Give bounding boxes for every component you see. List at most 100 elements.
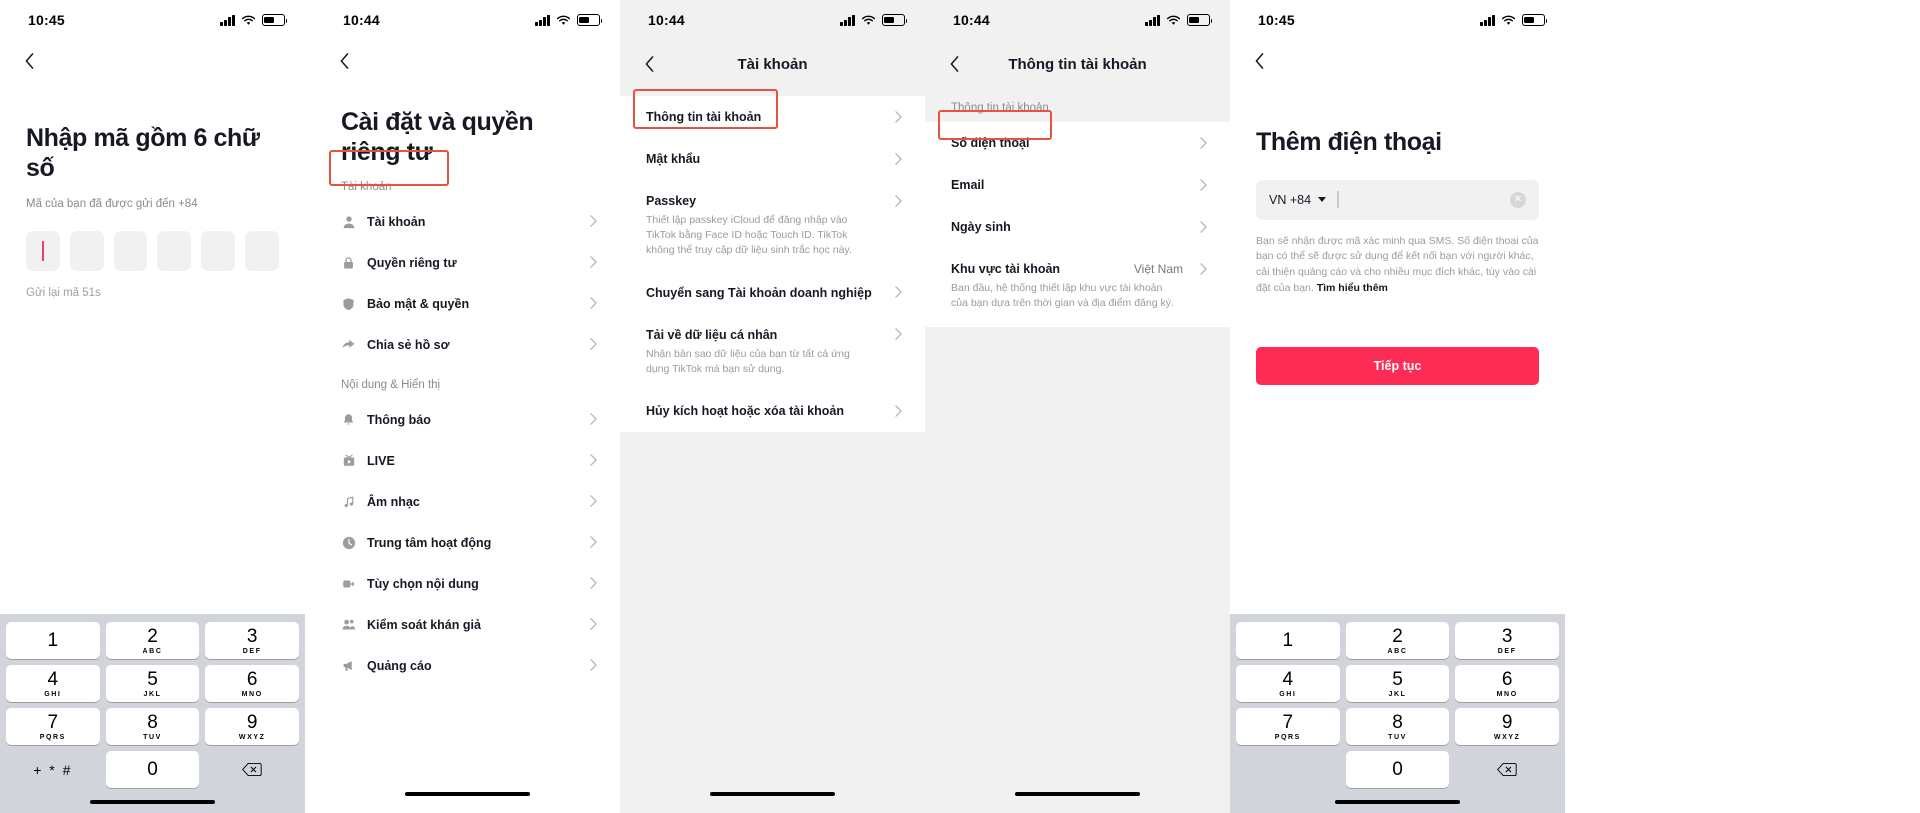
key-7[interactable]: 7 PQRS <box>1236 708 1340 745</box>
key-4[interactable]: 4 GHI <box>1236 665 1340 702</box>
backspace-icon[interactable] <box>1455 751 1559 788</box>
chevron-right-icon <box>590 659 598 672</box>
list-item-label: Khu vực tài khoản <box>951 262 1061 276</box>
back-button[interactable] <box>1248 50 1270 72</box>
list-item-tai-ve-du-lieu-ca-nhan[interactable]: Tải về dữ liệu cá nhân <box>620 314 925 347</box>
backspace-icon[interactable] <box>205 751 299 788</box>
otp-cell-6[interactable] <box>245 230 279 271</box>
chevron-right-icon <box>1200 262 1208 276</box>
key-8[interactable]: 8 TUV <box>1345 708 1450 745</box>
list-item-mat-khau[interactable]: Mật khẩu <box>620 138 925 180</box>
text-caret <box>1337 191 1339 208</box>
otp-cell-4[interactable] <box>157 230 192 271</box>
otp-cell-5[interactable] <box>201 230 236 271</box>
key-1[interactable]: 1 <box>6 622 100 659</box>
sidebar-item-am-nhac[interactable]: Âm nhạc <box>315 481 620 522</box>
key-letters: DEF <box>1497 647 1517 655</box>
continue-button[interactable]: Tiếp tục <box>1256 346 1539 385</box>
otp-cell-3[interactable] <box>113 230 148 271</box>
sidebar-item-quang-cao[interactable]: Quảng cáo <box>315 645 620 686</box>
chevron-right-icon <box>895 328 903 341</box>
sidebar-item-chia-se-ho-so[interactable]: Chia sẻ hồ sơ <box>315 324 620 365</box>
battery-icon <box>1187 14 1213 26</box>
country-code-label[interactable]: VN +84 <box>1269 193 1311 207</box>
clear-circle-icon[interactable]: ✕ <box>1510 191 1526 208</box>
list-item-so-dien-thoai[interactable]: Số điện thoại <box>925 122 1230 164</box>
key-3[interactable]: 3 DEF <box>1455 622 1560 659</box>
otp-code-input[interactable] <box>0 230 305 271</box>
sidebar-item-trung-tam-hoat-dong[interactable]: Trung tâm hoạt động <box>315 522 620 563</box>
key-9[interactable]: 9 WXYZ <box>1455 708 1560 745</box>
sidebar-item-tai-khoan[interactable]: Tài khoản <box>315 201 620 242</box>
list-item-chuyen-sang-tai-khoan-doanh-nghiep[interactable]: Chuyển sang Tài khoản doanh nghiệp <box>620 272 925 314</box>
sidebar-item-thong-bao[interactable]: Thông báo <box>315 399 620 440</box>
resend-code-timer[interactable]: Gửi lại mã 51s <box>0 287 305 299</box>
key-9[interactable]: 9 WXYZ <box>205 708 300 745</box>
key-7[interactable]: 7 PQRS <box>6 708 100 745</box>
otp-cell-1[interactable] <box>26 230 60 271</box>
home-indicator-area <box>620 783 925 805</box>
page-title: Thêm điện thoại <box>1256 128 1442 156</box>
back-button[interactable] <box>333 50 355 72</box>
key-6[interactable]: 6 MNO <box>205 665 300 702</box>
chevron-right-icon <box>590 618 598 631</box>
list-item-passkey[interactable]: Passkey <box>620 180 925 213</box>
home-indicator <box>1335 800 1460 804</box>
key-number: 9 <box>1501 711 1513 733</box>
status-time: 10:44 <box>953 12 990 28</box>
key-0[interactable]: 0 <box>105 751 200 788</box>
page-title: Cài đặt và quyền riêng tư <box>341 108 534 166</box>
phone-number-input[interactable]: VN +84 ✕ <box>1256 179 1539 220</box>
sidebar-item-bao-mat-quyen[interactable]: Bảo mật & quyền <box>315 283 620 324</box>
list-item-thong-tin-tai-khoan[interactable]: Thông tin tài khoản <box>620 96 925 138</box>
sidebar-item-label: Bảo mật & quyền <box>367 296 470 311</box>
home-indicator-area <box>925 783 1230 805</box>
key-5[interactable]: 5 JKL <box>1345 665 1450 702</box>
numeric-keypad[interactable]: 1 2 ABC 3 DEF 4 GHI 5 JKL 6 MNO 7 PQRS 8 TUV 9W… <box>1230 614 1565 813</box>
back-button[interactable] <box>18 50 40 72</box>
back-button[interactable] <box>638 53 660 75</box>
signal-bars-icon <box>220 14 235 26</box>
key-number: 3 <box>246 625 258 647</box>
sidebar-item-tuy-chon-noi-dung[interactable]: Tùy chọn nội dung <box>315 563 620 604</box>
back-button[interactable] <box>943 53 965 75</box>
key-number: 4 <box>1282 668 1294 690</box>
key-2[interactable]: 2 ABC <box>105 622 200 659</box>
chevron-right-icon <box>590 413 598 426</box>
key-symbols[interactable]: + * # <box>6 751 100 788</box>
list-item-label: Số điện thoại <box>951 136 1030 150</box>
key-number: 2 <box>147 625 158 647</box>
key-1[interactable]: 1 <box>1236 622 1340 659</box>
list-item-huy-kich-hoat-hoac-xoa-tai-khoan[interactable]: Hủy kích hoạt hoặc xóa tài khoản <box>620 390 925 432</box>
sidebar-item-quyen-rieng-tu[interactable]: Quyền riêng tư <box>315 242 620 283</box>
status-bar: 10:44 <box>620 0 925 40</box>
key-4[interactable]: 4 GHI <box>6 665 100 702</box>
key-2[interactable]: 2 ABC <box>1345 622 1450 659</box>
chevron-down-icon[interactable] <box>1318 197 1327 202</box>
panel-gap <box>305 0 315 813</box>
clock-icon <box>341 535 356 550</box>
wifi-icon <box>556 15 571 26</box>
sidebar-item-live[interactable]: LIVE <box>315 440 620 481</box>
status-icons <box>1480 14 1548 26</box>
key-8[interactable]: 8 TUV <box>105 708 200 745</box>
nav-bar <box>1230 40 1565 82</box>
list-item-email[interactable]: Email <box>925 164 1230 206</box>
key-3[interactable]: 3 DEF <box>205 622 300 659</box>
key-5[interactable]: 5 JKL <box>105 665 200 702</box>
key-blank <box>1236 751 1340 788</box>
keypad-row: 7 PQRS 8 TUV 9 WXYZ <box>3 705 302 748</box>
list-item-ngay-sinh[interactable]: Ngày sinh <box>925 206 1230 248</box>
list-item-khu-vuc-tai-khoan[interactable]: Khu vực tài khoản Việt Nam <box>925 248 1230 281</box>
otp-cell-2[interactable] <box>69 230 104 271</box>
numeric-keypad[interactable]: 1 2 ABC 3 DEF 4 GHI 5 JKL 6 MNO 7 PQRS 8 TUV 9W… <box>0 614 305 813</box>
sidebar-item-kiem-soat-khan-gia[interactable]: Kiểm soát khán giả <box>315 604 620 645</box>
status-bar: 10:45 <box>0 0 305 40</box>
key-6[interactable]: 6 MNO <box>1455 665 1560 702</box>
key-number: 1 <box>1282 630 1294 651</box>
chevron-right-icon <box>895 404 903 418</box>
key-0[interactable]: 0 <box>1345 751 1450 788</box>
key-letters: JKL <box>143 690 162 698</box>
key-number: 0 <box>1392 759 1403 780</box>
learn-more-link[interactable]: Tìm hiểu thêm <box>1317 282 1388 294</box>
